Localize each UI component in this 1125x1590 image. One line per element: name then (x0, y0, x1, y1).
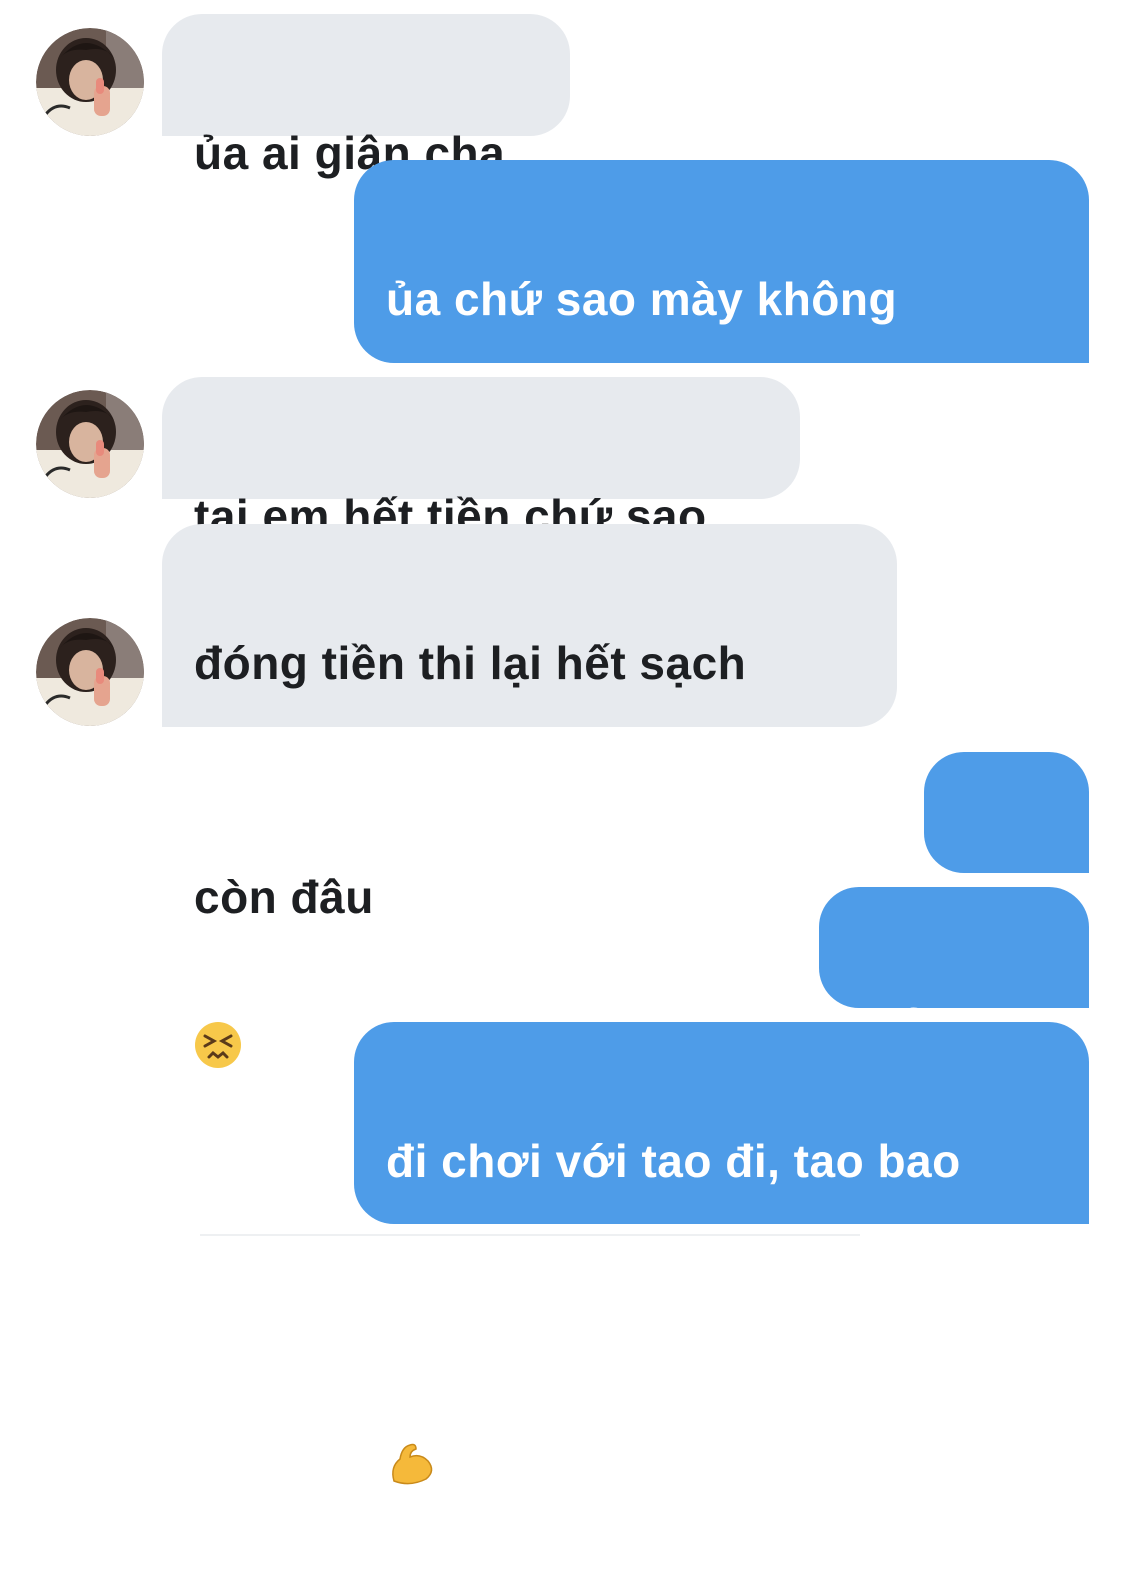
contact-avatar[interactable] (36, 618, 144, 726)
message-bubble-incoming[interactable]: tại em hết tiền chứ sao (162, 377, 800, 542)
message-bubble-outgoing[interactable]: ủa chứ sao mày không chịu đi ăn với tao (354, 160, 1089, 704)
message-bubble-incoming[interactable]: ủa ai giận cha (162, 14, 570, 179)
message-text-line: đi chơi với tao đi, tao bao (386, 1135, 961, 1187)
divider (200, 1234, 860, 1236)
flexed-biceps-icon (386, 1356, 438, 1512)
message-bubble-outgoing[interactable]: đi chơi với tao đi, tao bao (354, 1022, 1089, 1485)
message-text-line: ủa chứ sao mày không (386, 273, 898, 325)
message-text-line: đóng tiền thi lại hết sạch (194, 637, 747, 689)
message-text-line (386, 1278, 1057, 1512)
contact-avatar[interactable] (36, 390, 144, 498)
message-bubble-incoming[interactable]: đóng tiền thi lại hết sạch còn đâu (162, 524, 897, 1068)
message-bubble-outgoing[interactable]: tưởng gì (819, 887, 1089, 1052)
persevering-face-icon (194, 936, 242, 1092)
contact-avatar[interactable] (36, 28, 144, 136)
message-bubble-outgoing[interactable]: xờiii (924, 752, 1089, 917)
